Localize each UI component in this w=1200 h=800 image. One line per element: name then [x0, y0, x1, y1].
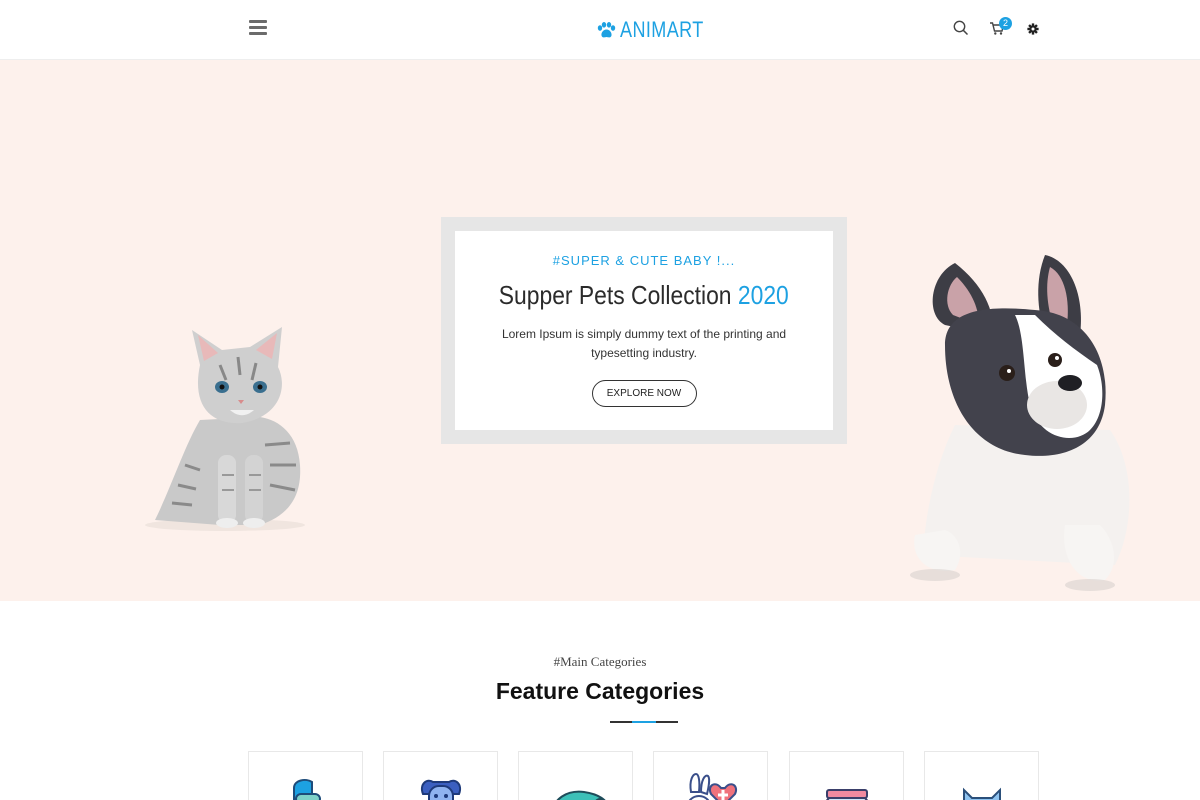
promo-tag: #SUPER & CUTE BABY !... [552, 253, 736, 268]
category-card-3[interactable] [518, 751, 633, 800]
kitten-image [145, 327, 305, 531]
bird-feeder-icon [293, 779, 321, 800]
categories-subtitle: #Main Categories [553, 654, 647, 669]
promo-title-year: 2020 [738, 280, 790, 310]
title-underline [610, 721, 678, 723]
cart-count-badge: 2 [999, 17, 1012, 30]
gear-icon[interactable] [1024, 19, 1044, 39]
promo-frame: #SUPER & CUTE BABY !... Supper Pets Coll… [441, 217, 847, 444]
site-header: ANIMART 2 [0, 0, 1200, 60]
categories-title: Feature Categories [495, 678, 705, 704]
site-logo[interactable]: ANIMART [597, 16, 722, 44]
category-card-5[interactable] [789, 751, 904, 800]
promo-title: Supper Pets Collection 2020 [499, 280, 789, 311]
hero-banner: #SUPER & CUTE BABY !... Supper Pets Coll… [0, 60, 1200, 601]
logo-text: ANIMART [620, 17, 704, 42]
menu-icon[interactable] [249, 20, 267, 36]
promo-card: #SUPER & CUTE BABY !... Supper Pets Coll… [455, 231, 833, 430]
category-card-4[interactable] [653, 751, 768, 800]
paw-icon [597, 21, 616, 37]
promo-description: Lorem Ipsum is simply dummy text of the … [501, 327, 787, 360]
category-card-2[interactable] [383, 751, 498, 800]
chameleon-icon [556, 790, 606, 800]
explore-now-button[interactable]: EXPLORE NOW [591, 380, 697, 407]
fish-bowl-icon [826, 789, 868, 800]
rabbit-health-icon [688, 772, 737, 800]
dog-image [910, 255, 1130, 591]
search-icon[interactable] [952, 19, 972, 39]
category-card-1[interactable] [248, 751, 363, 800]
dog-icon [421, 779, 461, 800]
category-card-6[interactable] [924, 751, 1039, 800]
cat-icon [963, 787, 1001, 800]
promo-title-main: Supper Pets Collection [498, 280, 739, 310]
